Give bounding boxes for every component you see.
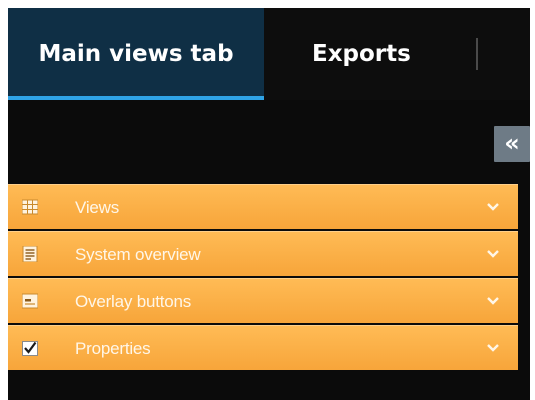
panel-list: Views System overview Overlay buttons Pr… <box>8 184 518 372</box>
tab-exports[interactable]: Exports <box>312 8 422 100</box>
panel-views-label: Views <box>75 198 120 217</box>
panel-properties[interactable]: Properties <box>8 325 518 370</box>
active-tab-indicator <box>8 96 264 100</box>
panel-properties-label: Properties <box>75 339 151 358</box>
overlay-button-icon <box>22 293 38 309</box>
chevron-down-icon[interactable] <box>486 294 500 308</box>
panel-system-overview[interactable]: System overview <box>8 231 518 276</box>
chevron-down-icon[interactable] <box>486 200 500 214</box>
tab-exports-label: Exports <box>312 41 411 67</box>
tab-main-views[interactable]: Main views tab <box>8 8 264 100</box>
side-panel: Main views tab Exports « Views System ov… <box>8 8 530 400</box>
checkbox-icon <box>22 341 38 356</box>
chevron-down-icon[interactable] <box>486 247 500 261</box>
chevron-down-icon[interactable] <box>486 341 500 355</box>
tab-divider <box>476 38 478 70</box>
panel-system-overview-label: System overview <box>75 245 201 264</box>
document-list-icon <box>22 246 38 262</box>
tab-main-views-label: Main views tab <box>38 41 234 67</box>
grid-icon <box>22 199 38 215</box>
double-chevron-left-icon: « <box>504 129 520 157</box>
collapse-panel-button[interactable]: « <box>494 126 530 162</box>
panel-views[interactable]: Views <box>8 184 518 229</box>
panel-overlay-buttons[interactable]: Overlay buttons <box>8 278 518 323</box>
tab-bar: Main views tab Exports <box>8 8 530 100</box>
panel-overlay-buttons-label: Overlay buttons <box>75 292 192 311</box>
